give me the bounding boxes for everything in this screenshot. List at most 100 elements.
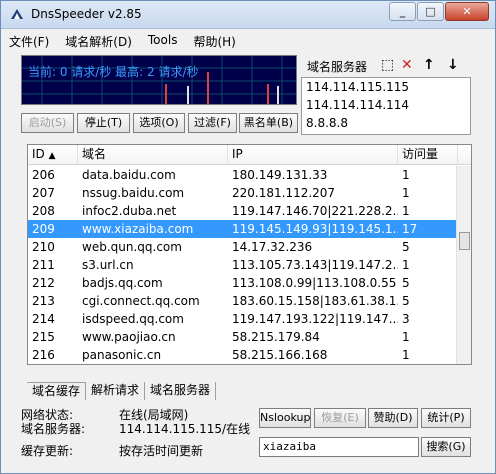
menu-bar: 文件(F) 域名解析(D) Tools 帮助(H) xyxy=(1,30,495,52)
cell-count: 5 xyxy=(402,294,410,308)
cell-count: 5 xyxy=(402,240,410,254)
bottom-tabs: 域名缓存 解析请求 域名服务器 xyxy=(27,382,217,400)
cell-ip: 58.215.166.168 xyxy=(232,348,328,362)
filter-button[interactable]: 过滤(F) xyxy=(188,113,237,133)
scrollbar-thumb[interactable] xyxy=(459,232,470,250)
sort-ascending-icon: ▲ xyxy=(48,151,56,161)
dns-server-item[interactable]: 8.8.8.8 xyxy=(302,114,470,132)
app-icon xyxy=(11,9,23,19)
cell-count: 1 xyxy=(402,168,410,182)
cell-count: 1 xyxy=(402,186,410,200)
dns-server-value: 114.114.115.115/在线 xyxy=(119,422,251,436)
cache-update-value: 按存活时间更新 xyxy=(119,444,204,458)
tab-dns-cache[interactable]: 域名缓存 xyxy=(27,382,87,400)
cell-id: 214 xyxy=(32,312,55,326)
cell-id: 206 xyxy=(32,168,55,182)
close-button[interactable]: ✕ xyxy=(445,2,489,21)
move-down-icon[interactable]: ↓ xyxy=(447,58,459,72)
restore-button[interactable]: 恢复(E) xyxy=(314,408,366,428)
menu-help[interactable]: 帮助(H) xyxy=(185,30,243,52)
table-row[interactable]: 208 infoc2.duba.net 119.147.146.70|221.228… xyxy=(28,202,458,220)
cell-id: 215 xyxy=(32,330,55,344)
search-button[interactable]: 搜索(G) xyxy=(421,437,471,457)
cell-domain: isdspeed.qq.com xyxy=(82,312,184,326)
dns-server-title: 域名服务器 xyxy=(307,60,368,74)
dns-server-list[interactable]: 114.114.115.115 114.114.114.114 8.8.8.8 xyxy=(301,77,471,135)
cell-count: 5 xyxy=(402,276,410,290)
tab-dns-servers[interactable]: 域名服务器 xyxy=(145,382,217,400)
close-icon: ✕ xyxy=(462,5,472,18)
cell-ip: 58.215.179.84 xyxy=(232,330,320,344)
app-window: DnsSpeeder v2.85 _ □ ✕ 文件(F) 域名解析(D) Too… xyxy=(0,0,496,474)
cell-ip: 180.149.131.33 xyxy=(232,168,328,182)
maximize-icon: □ xyxy=(425,5,436,18)
table-row[interactable]: 212 badjs.qq.com 113.108.0.99|113.108.0.55… xyxy=(28,274,458,292)
table-body: 206 data.baidu.com 180.149.131.33 1 207 nssug… xyxy=(28,166,458,364)
sponsor-button[interactable]: 赞助(D) xyxy=(368,408,418,428)
cell-domain: data.baidu.com xyxy=(82,168,176,182)
cell-count: 17 xyxy=(402,222,418,236)
table-row[interactable]: 211 s3.url.cn 113.105.73.143|119.147.2... 1 xyxy=(28,256,458,274)
statistics-button[interactable]: 统计(P) xyxy=(421,408,471,428)
cell-ip: 113.105.73.143|119.147.2... xyxy=(232,258,398,272)
cell-ip: 113.108.0.99|113.108.0.55 xyxy=(232,276,397,290)
cell-domain: web.qun.qq.com xyxy=(82,240,182,254)
request-rate-graph: 当前: 0 请求/秒 最高: 2 请求/秒 xyxy=(21,55,297,105)
minimize-icon: _ xyxy=(399,5,406,18)
cell-domain: www.xiazaiba.com xyxy=(82,222,194,236)
table-row[interactable]: 214 isdspeed.qq.com 119.147.193.122|119.14… xyxy=(28,310,458,328)
nslookup-button[interactable]: Nslookup xyxy=(259,408,311,428)
new-server-icon[interactable]: ⬚ xyxy=(381,58,394,72)
dns-server-item[interactable]: 114.114.115.115 xyxy=(302,78,470,96)
table-row[interactable]: 213 cgi.connect.qq.com 183.60.15.158|183.6… xyxy=(28,292,458,310)
column-header-ip[interactable]: IP xyxy=(228,145,398,165)
cell-ip: 14.17.32.236 xyxy=(232,240,313,254)
cell-domain: nssug.baidu.com xyxy=(82,186,185,200)
cell-domain: panasonic.cn xyxy=(82,348,162,362)
cell-id: 208 xyxy=(32,204,55,218)
title-bar: DnsSpeeder v2.85 _ □ ✕ xyxy=(1,1,495,29)
table-row[interactable]: 207 nssug.baidu.com 220.181.112.207 1 xyxy=(28,184,458,202)
cell-count: 1 xyxy=(402,258,410,272)
maximize-button[interactable]: □ xyxy=(417,2,444,21)
table-row[interactable]: 209 www.xiazaiba.com 119.145.149.93|119.14… xyxy=(28,220,458,238)
table-header: ID ▲ 域名 IP 访问量 xyxy=(28,145,471,165)
cell-ip: 220.181.112.207 xyxy=(232,186,336,200)
blacklist-button[interactable]: 黑名单(B) xyxy=(239,113,298,133)
menu-dns-resolve[interactable]: 域名解析(D) xyxy=(57,30,140,52)
cell-domain: infoc2.duba.net xyxy=(82,204,177,218)
cell-id: 216 xyxy=(32,348,55,362)
cell-count: 1 xyxy=(402,204,410,218)
column-header-count[interactable]: 访问量 xyxy=(398,145,458,165)
cell-domain: badjs.qq.com xyxy=(82,276,163,290)
options-button[interactable]: 选项(O) xyxy=(133,113,185,133)
search-input[interactable]: xiazaiba xyxy=(259,437,419,457)
menu-file[interactable]: 文件(F) xyxy=(1,30,57,52)
cell-id: 209 xyxy=(32,222,55,236)
column-header-domain[interactable]: 域名 xyxy=(78,145,228,165)
table-row[interactable]: 210 web.qun.qq.com 14.17.32.236 5 xyxy=(28,238,458,256)
delete-server-icon[interactable]: ✕ xyxy=(401,58,413,72)
table-scrollbar[interactable] xyxy=(456,166,471,364)
menu-tools[interactable]: Tools xyxy=(140,30,186,52)
cell-id: 211 xyxy=(32,258,55,272)
tab-resolve-requests[interactable]: 解析请求 xyxy=(86,382,146,400)
cell-ip: 119.147.193.122|119.147.... xyxy=(232,312,398,326)
column-header-id[interactable]: ID ▲ xyxy=(28,145,78,165)
start-button[interactable]: 启动(S) xyxy=(21,113,74,133)
cache-update-label: 缓存更新: xyxy=(21,444,74,458)
stop-button[interactable]: 停止(T) xyxy=(77,113,130,133)
request-rate-text: 当前: 0 请求/秒 最高: 2 请求/秒 xyxy=(28,65,199,79)
minimize-button[interactable]: _ xyxy=(389,2,416,21)
cell-id: 212 xyxy=(32,276,55,290)
dns-server-label: 域名服务器: xyxy=(21,422,86,436)
cell-domain: www.paojiao.cn xyxy=(82,330,176,344)
table-row[interactable]: 216 panasonic.cn 58.215.166.168 1 xyxy=(28,346,458,364)
table-row[interactable]: 215 www.paojiao.cn 58.215.179.84 1 xyxy=(28,328,458,346)
dns-server-item[interactable]: 114.114.114.114 xyxy=(302,96,470,114)
move-up-icon[interactable]: ↑ xyxy=(423,58,435,72)
cell-count: 1 xyxy=(402,348,410,362)
dns-server-panel: 域名服务器 ⬚ ✕ ↑ ↓ 114.114.115.115 114.114.11… xyxy=(301,55,471,135)
table-row[interactable]: 206 data.baidu.com 180.149.131.33 1 xyxy=(28,166,458,184)
cell-ip: 119.147.146.70|221.228.2... xyxy=(232,204,398,218)
